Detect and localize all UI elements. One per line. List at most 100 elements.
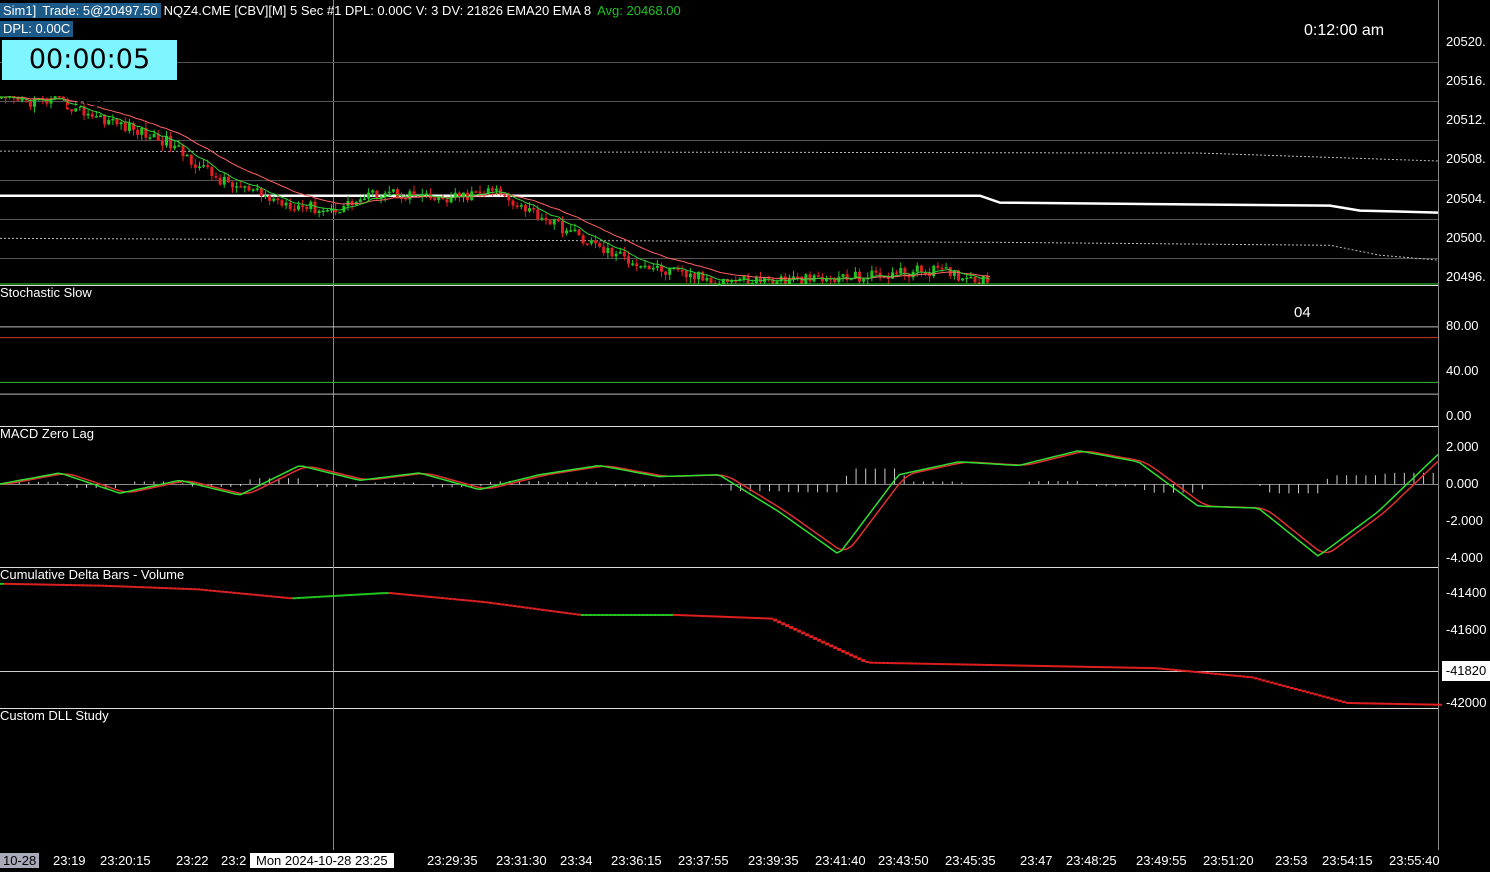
- delta-bar: [560, 611, 565, 614]
- delta-bar: [797, 629, 802, 633]
- delta-bar: [428, 595, 433, 598]
- delta-bar: [1409, 703, 1414, 706]
- price-tick: 20516.: [1446, 73, 1486, 88]
- delta-bar: [1013, 664, 1018, 667]
- delta-bar: [440, 597, 445, 600]
- delta-bar: [1241, 675, 1246, 678]
- delta-bar: [392, 592, 397, 595]
- candle-body: [981, 275, 985, 284]
- delta-bar: [240, 592, 245, 595]
- delta-bar: [700, 614, 705, 617]
- delta-bar: [1401, 703, 1406, 706]
- delta-bar: [961, 663, 966, 666]
- delta-bar: [985, 663, 990, 666]
- delta-bar: [817, 638, 822, 642]
- delta-bar: [841, 649, 846, 653]
- time-axis-label: 23:36:15: [611, 853, 662, 868]
- candle-body: [292, 209, 296, 211]
- candle-body: [255, 188, 259, 190]
- delta-bar: [592, 614, 597, 616]
- delta-bar: [320, 595, 325, 598]
- time-axis-label: 23:49:55: [1136, 853, 1187, 868]
- delta-bar: [1297, 689, 1302, 692]
- delta-bar: [1053, 665, 1058, 668]
- delta-bar: [652, 614, 657, 616]
- delta-bar: [1045, 665, 1050, 668]
- delta-bar: [100, 584, 105, 587]
- delta-bar: [72, 584, 77, 587]
- delta-bar: [96, 584, 101, 587]
- delta-bar: [380, 592, 385, 595]
- candle-body: [445, 199, 449, 203]
- delta-bar: [136, 586, 141, 589]
- candle-body: [511, 200, 515, 206]
- delta-bar: [1125, 666, 1130, 669]
- delta-bar: [765, 617, 770, 620]
- stochastic-title[interactable]: Stochastic Slow: [0, 285, 92, 300]
- candle-body: [119, 122, 123, 125]
- delta-bar: [712, 615, 717, 618]
- delta-bar: [256, 594, 261, 597]
- candle-body: [235, 186, 239, 188]
- delta-bar: [484, 601, 489, 604]
- delta-bar: [757, 617, 762, 620]
- delta-bar: [929, 662, 934, 665]
- delta-bar: [1065, 665, 1070, 668]
- delta-bar: [616, 614, 621, 616]
- candle-body: [680, 270, 684, 272]
- delta-bar: [1421, 703, 1426, 706]
- delta-bar: [781, 622, 786, 626]
- delta-bar: [284, 596, 289, 599]
- candle-body: [453, 192, 457, 197]
- delta-bar: [1165, 668, 1170, 671]
- candle-body: [598, 243, 602, 247]
- delta-bar: [568, 612, 573, 615]
- delta-bar: [1293, 687, 1298, 691]
- delta-bar: [76, 584, 81, 587]
- delta-bar: [644, 614, 649, 616]
- chart-canvas[interactable]: [0, 0, 1490, 872]
- delta-bar: [1121, 666, 1126, 669]
- delta-bar: [1229, 674, 1234, 677]
- delta-bar: [1377, 702, 1382, 705]
- delta-bar: [849, 653, 854, 657]
- delta-bar: [600, 614, 605, 616]
- delta-bar: [452, 598, 457, 601]
- delta-bar: [148, 586, 153, 589]
- delta-title[interactable]: Cumulative Delta Bars - Volume: [0, 567, 184, 582]
- time-axis-label: 23:43:50: [878, 853, 929, 868]
- candle-body: [231, 182, 234, 188]
- candle-body: [136, 129, 140, 135]
- delta-bar: [68, 584, 73, 587]
- macd-title[interactable]: MACD Zero Lag: [0, 426, 94, 441]
- delta-bar: [140, 586, 145, 589]
- delta-bar: [1161, 667, 1166, 670]
- delta-bar: [576, 613, 581, 616]
- delta-bar: [304, 596, 309, 599]
- candle-body: [181, 145, 185, 156]
- delta-tick: -42000: [1446, 695, 1487, 710]
- delta-bar: [1353, 702, 1358, 705]
- delta-bar: [745, 616, 750, 619]
- delta-bar: [680, 614, 685, 617]
- delta-bar: [1397, 702, 1402, 705]
- delta-bar: [913, 662, 918, 665]
- delta-bar: [400, 593, 405, 596]
- delta-bar: [92, 584, 97, 587]
- candle-body: [536, 209, 540, 220]
- delta-bar: [1349, 702, 1354, 705]
- delta-bar: [504, 604, 509, 607]
- delta-bar: [372, 592, 377, 595]
- delta-bar: [104, 584, 109, 587]
- delta-bar: [628, 614, 633, 616]
- delta-bar: [893, 662, 898, 665]
- dll-title[interactable]: Custom DLL Study: [0, 708, 109, 723]
- candle-body: [565, 230, 569, 234]
- delta-bar: [144, 586, 149, 589]
- account-label[interactable]: Sim1]: [0, 3, 40, 18]
- vwap-upper-band: [0, 150, 1439, 162]
- candle-body: [684, 270, 688, 278]
- delta-bar: [1333, 698, 1338, 701]
- delta-bar: [901, 662, 906, 665]
- candle-body: [693, 273, 696, 280]
